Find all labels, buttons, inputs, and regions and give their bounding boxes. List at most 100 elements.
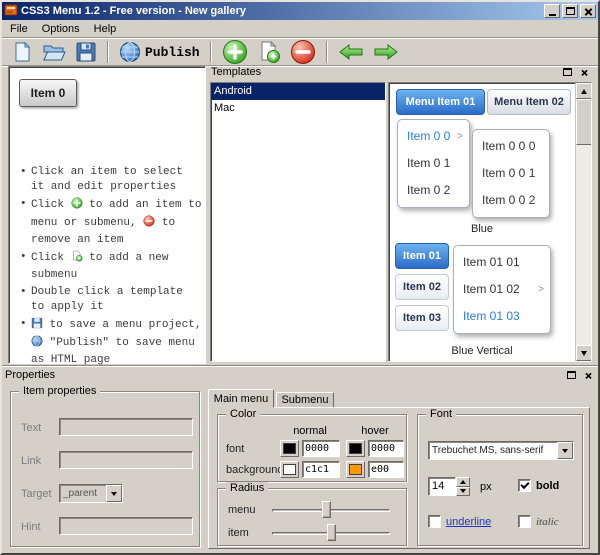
open-project-button[interactable] [41, 40, 67, 64]
maximize-button[interactable] [562, 4, 578, 18]
close-icon [584, 371, 591, 378]
item-radius-slider[interactable] [272, 524, 390, 542]
underline-label: underline [446, 515, 492, 528]
window-title: CSS3 Menu 1.2 - Free version - New galle… [21, 5, 246, 17]
font-size-value[interactable]: 14 [428, 477, 456, 496]
publish-button[interactable]: Publish [118, 40, 201, 64]
bold-checkbox[interactable] [518, 479, 531, 492]
spin-up-button[interactable] [456, 477, 470, 487]
font-family-value: Trebuchet MS, sans-serif [432, 445, 544, 456]
dock-close-button[interactable] [577, 66, 591, 79]
scroll-up-button[interactable] [576, 83, 591, 99]
font-normal-color-swatch[interactable] [280, 440, 299, 457]
target-value: _parent [63, 488, 97, 499]
preview-item-0-button[interactable]: Item 0 [19, 79, 77, 107]
gallery-submenu-item[interactable]: Item 0 0 1 [473, 160, 549, 187]
text-input[interactable] [59, 418, 193, 436]
dropdown-button[interactable] [557, 442, 573, 459]
add-item-button[interactable] [221, 38, 249, 66]
close-button[interactable] [580, 4, 596, 18]
font-size-spinner[interactable]: 14 [428, 477, 470, 496]
italic-checkbox[interactable] [518, 515, 531, 528]
scroll-down-button[interactable] [576, 345, 591, 361]
save-button[interactable] [74, 40, 98, 64]
gallery-menu-item[interactable]: Item 03 [395, 305, 449, 331]
underline-checkbox[interactable] [428, 515, 441, 528]
background-hover-color-input[interactable] [368, 461, 404, 478]
minimize-button[interactable] [544, 4, 560, 18]
target-select[interactable]: _parent [59, 484, 123, 503]
gallery-menu-item[interactable]: Menu Item 01 [396, 89, 485, 115]
template-list-item-mac[interactable]: Mac [211, 100, 385, 117]
move-left-button[interactable] [337, 41, 365, 63]
gallery-menu-item[interactable]: Item 01 [395, 243, 449, 269]
background-normal-color-swatch[interactable] [280, 461, 299, 478]
gallery-submenu-item[interactable]: Item 0 0 2 [473, 187, 549, 214]
move-right-button[interactable] [372, 41, 400, 63]
slider-thumb[interactable] [327, 524, 337, 541]
radius-group: Radius menu item [217, 482, 407, 546]
add-submenu-icon [71, 250, 83, 268]
template-gallery-preview[interactable]: Menu Item 01 Menu Item 02 Item 0 0 > Item… [388, 82, 592, 362]
gallery-submenu-item[interactable]: Item 01 03 [454, 303, 550, 330]
menu-radius-slider[interactable] [272, 501, 390, 519]
new-project-button[interactable] [10, 40, 34, 64]
remove-item-button[interactable] [289, 38, 317, 66]
menu-options[interactable]: Options [35, 21, 87, 37]
template-list-item-android[interactable]: Android [211, 83, 385, 100]
chevron-down-icon [111, 491, 117, 496]
gallery-submenu-item[interactable]: Item 0 0 > [398, 123, 469, 150]
slider-track[interactable] [272, 509, 390, 512]
template-caption: Blue Vertical [451, 345, 513, 357]
hint-label: Hint [21, 521, 41, 533]
publish-label: Publish [145, 44, 200, 60]
menu-preview-canvas: Item 0 Click an item to select it and ed… [8, 66, 206, 366]
link-input[interactable] [59, 451, 193, 469]
properties-title: Properties [5, 369, 56, 381]
globe-icon [120, 42, 140, 62]
globe-icon [31, 335, 43, 353]
scroll-thumb[interactable] [576, 99, 591, 145]
item-radius-label: item [228, 527, 249, 539]
slider-thumb[interactable] [321, 501, 331, 518]
tab-main-menu[interactable]: Main menu [208, 389, 274, 408]
toolbar-separator [107, 41, 109, 63]
properties-dock-header: Properties [2, 367, 598, 383]
menu-file[interactable]: File [3, 21, 35, 37]
scrollbar[interactable] [575, 83, 591, 361]
dock-float-button[interactable] [564, 369, 578, 382]
gallery-menu-item[interactable]: Menu Item 02 [487, 89, 571, 115]
tab-submenu[interactable]: Submenu [276, 392, 334, 408]
font-hover-color-swatch[interactable] [346, 440, 365, 457]
spin-down-button[interactable] [456, 486, 470, 496]
dropdown-button[interactable] [106, 485, 122, 502]
titlebar[interactable]: CSS3 Menu 1.2 - Free version - New galle… [2, 2, 598, 20]
font-family-select[interactable]: Trebuchet MS, sans-serif [428, 441, 574, 460]
gallery-submenu-item[interactable]: Item 0 0 0 [473, 133, 549, 160]
text-label: Text [21, 422, 42, 434]
bold-checkbox-row: bold [518, 479, 559, 492]
gallery-menu-item[interactable]: Item 02 [395, 274, 449, 300]
toolbar-separator [325, 41, 328, 63]
color-fill [283, 443, 296, 454]
background-hover-color-swatch[interactable] [346, 461, 365, 478]
group-title: Item properties [19, 385, 101, 397]
background-normal-color-input[interactable] [302, 461, 340, 478]
arrow-up-icon [581, 88, 587, 94]
font-hover-color-input[interactable] [368, 440, 404, 457]
underline-checkbox-row: underline [428, 515, 491, 528]
gallery-submenu-item[interactable]: Item 01 02 > [454, 276, 550, 303]
gallery-submenu-item[interactable]: Item 0 2 [398, 177, 469, 204]
gallery-submenu-item[interactable]: Item 0 1 [398, 150, 469, 177]
hint-input[interactable] [59, 517, 193, 535]
chevron-down-icon [562, 448, 568, 453]
menu-help[interactable]: Help [87, 21, 124, 37]
instruction-line: to save a menu project, "Publish" to sav… [19, 317, 202, 368]
arrow-down-icon [581, 350, 587, 356]
gallery-submenu-item[interactable]: Item 01 01 [454, 249, 550, 276]
font-normal-color-input[interactable] [302, 440, 340, 457]
color-fill [349, 464, 362, 475]
dock-float-button[interactable] [560, 66, 574, 79]
add-submenu-button[interactable] [256, 39, 282, 65]
dock-close-button[interactable] [581, 369, 595, 382]
